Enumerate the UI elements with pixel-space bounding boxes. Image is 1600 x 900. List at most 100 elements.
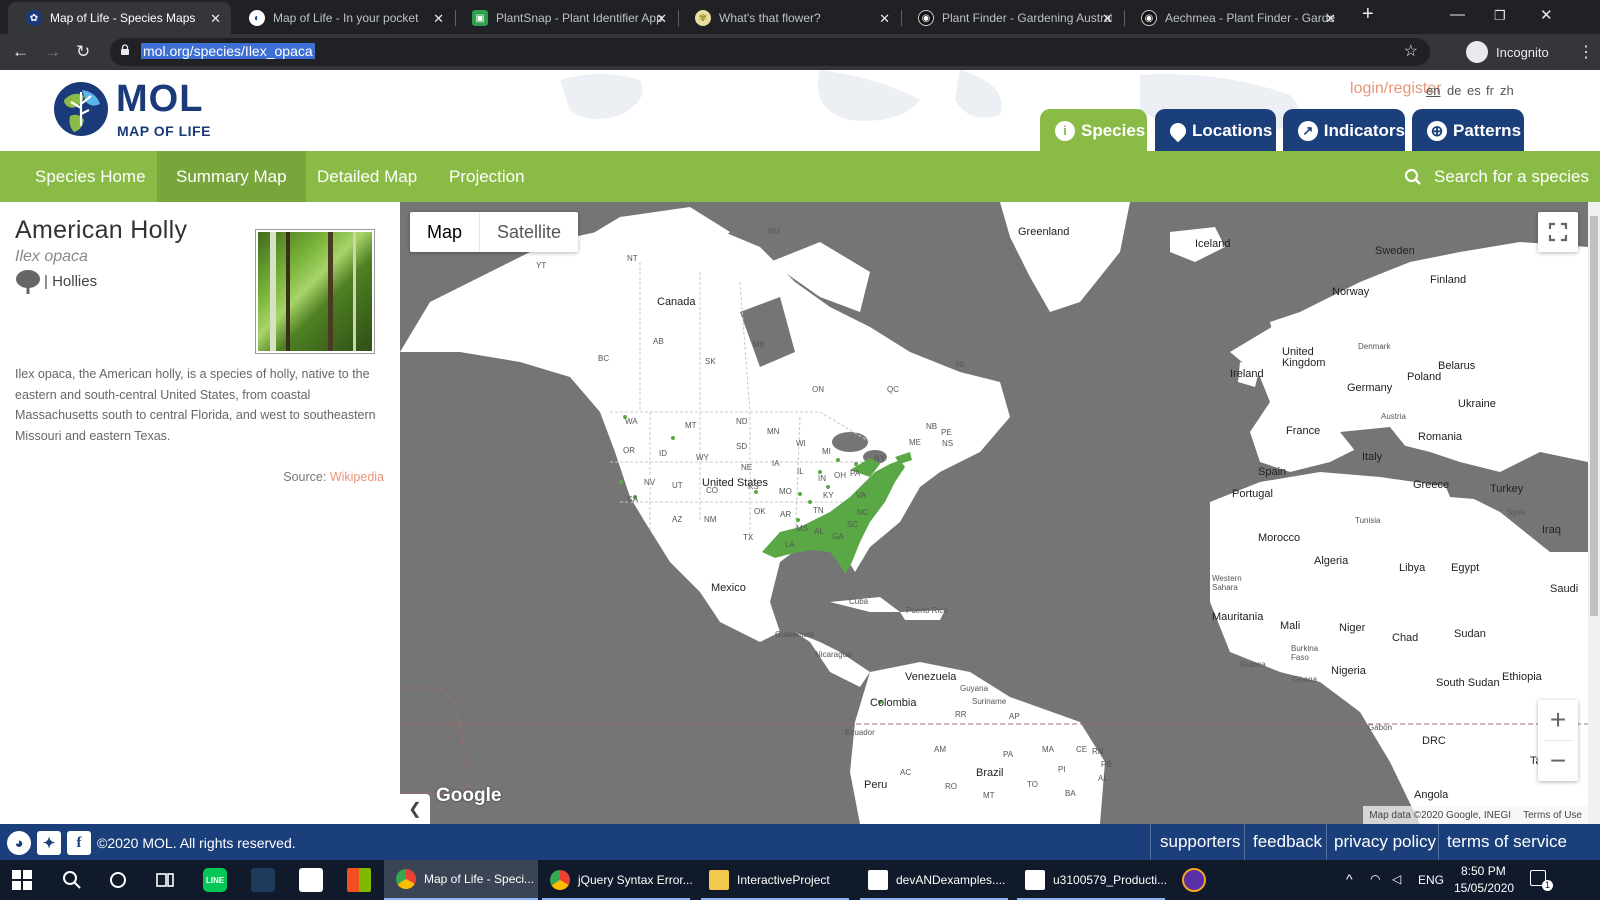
minimize-icon[interactable]: — bbox=[1450, 6, 1465, 23]
clock-time[interactable]: 8:50 PM bbox=[1461, 864, 1506, 878]
map-label: Guinea bbox=[1240, 660, 1266, 669]
feedback-link[interactable]: feedback bbox=[1253, 832, 1322, 852]
collapse-panel-button[interactable]: ❮ bbox=[400, 794, 430, 824]
close-tab-icon[interactable]: ✕ bbox=[210, 11, 221, 27]
forward-icon[interactable]: → bbox=[44, 42, 61, 62]
close-tab-icon[interactable]: ✕ bbox=[1102, 11, 1113, 27]
map-label: Nigeria bbox=[1331, 665, 1366, 677]
incognito-label: Incognito bbox=[1496, 44, 1549, 60]
map-label: Brazil bbox=[976, 767, 1004, 779]
back-icon[interactable]: ← bbox=[12, 42, 29, 62]
species-info-panel: American Holly Ilex opaca | Hollies Ilex… bbox=[0, 202, 400, 824]
browser-tab[interactable]: ✾ What's that flower? ✕ bbox=[677, 2, 900, 34]
language-es[interactable]: es bbox=[1467, 83, 1481, 98]
language-zh[interactable]: zh bbox=[1500, 83, 1514, 98]
map-type-map-button[interactable]: Map bbox=[410, 212, 479, 252]
tab-species[interactable]: i Species bbox=[1040, 109, 1147, 151]
map-label: Egypt bbox=[1451, 562, 1480, 574]
tab-indicators[interactable]: ↗ Indicators bbox=[1283, 109, 1405, 151]
fullscreen-button[interactable] bbox=[1538, 212, 1578, 252]
browser-tab[interactable]: ✿ Map of Life - Species Maps ✕ bbox=[8, 2, 231, 34]
search-icon[interactable] bbox=[60, 868, 84, 892]
page-scrollbar[interactable] bbox=[1588, 202, 1600, 824]
reload-icon[interactable]: ↻ bbox=[76, 42, 90, 62]
facebook-icon[interactable]: f bbox=[67, 831, 91, 855]
species-search[interactable]: Search for a species bbox=[1404, 151, 1589, 202]
map-label: ID bbox=[659, 449, 667, 458]
language-en[interactable]: en bbox=[1426, 83, 1440, 98]
app-icon[interactable] bbox=[1182, 868, 1206, 892]
close-tab-icon[interactable]: ✕ bbox=[879, 11, 890, 27]
incognito-indicator[interactable]: Incognito bbox=[1466, 38, 1549, 66]
volume-icon[interactable]: ◁ bbox=[1392, 872, 1401, 886]
browser-menu-icon[interactable]: ⋮ bbox=[1578, 42, 1594, 62]
terms-of-use-link[interactable]: Terms of Use bbox=[1523, 810, 1582, 821]
close-tab-icon[interactable]: ✕ bbox=[1325, 11, 1336, 27]
zoom-in-button[interactable]: + bbox=[1538, 700, 1578, 740]
close-tab-icon[interactable]: ✕ bbox=[433, 11, 444, 27]
taskbar-app-explorer[interactable]: InteractiveProject bbox=[697, 860, 853, 900]
show-hidden-icons-icon[interactable]: ^ bbox=[1346, 871, 1353, 887]
tab-patterns[interactable]: ⊕ Patterns bbox=[1412, 109, 1524, 151]
close-tab-icon[interactable]: ✕ bbox=[656, 11, 667, 27]
twitter-icon[interactable]: ✦ bbox=[37, 831, 61, 855]
taskbar-app-word[interactable]: u3100579_Producti... bbox=[1013, 860, 1169, 900]
taskbar-app-chrome[interactable]: Map of Life - Speci... bbox=[384, 860, 538, 900]
wifi-icon[interactable]: ◠ bbox=[1370, 872, 1380, 886]
nav-species-home[interactable]: Species Home bbox=[16, 151, 165, 202]
clock-date[interactable]: 15/05/2020 bbox=[1454, 881, 1514, 895]
nav-detailed-map[interactable]: Detailed Map bbox=[298, 151, 436, 202]
zoom-out-button[interactable]: − bbox=[1538, 741, 1578, 781]
app-icon[interactable] bbox=[251, 868, 275, 892]
cortana-icon[interactable] bbox=[106, 868, 130, 892]
close-window-icon[interactable]: ✕ bbox=[1540, 6, 1553, 24]
language-de[interactable]: de bbox=[1447, 83, 1461, 98]
mol-logo[interactable]: MOL MAP OF LIFE bbox=[52, 78, 212, 140]
species-range-map[interactable]: Greenland Iceland Canada United States M… bbox=[400, 202, 1588, 824]
map-label: Denmark bbox=[1358, 342, 1391, 351]
map-label: AC bbox=[900, 768, 912, 777]
map-label: Cuba bbox=[849, 597, 869, 606]
line-app-icon[interactable]: LINE bbox=[203, 868, 227, 892]
solitaire-icon[interactable] bbox=[299, 868, 323, 892]
address-bar[interactable]: mol.org/species/Ilex_opaca ☆ bbox=[110, 38, 1430, 66]
privacy-policy-link[interactable]: privacy policy bbox=[1334, 832, 1436, 852]
windows-taskbar: LINE Map of Life - Speci... jQuery Synta… bbox=[0, 860, 1600, 900]
language-indicator[interactable]: ENG bbox=[1418, 873, 1444, 887]
taskbar-app-word[interactable]: devANDexamples.... bbox=[856, 860, 1012, 900]
map-type-satellite-button[interactable]: Satellite bbox=[479, 212, 578, 252]
map-label: NV bbox=[644, 478, 656, 487]
map-label: SC bbox=[847, 520, 859, 529]
logo-text: MOL bbox=[116, 78, 204, 120]
restore-icon[interactable]: ❐ bbox=[1494, 8, 1506, 24]
wikipedia-link[interactable]: Wikipedia bbox=[330, 470, 384, 484]
nav-summary-map[interactable]: Summary Map bbox=[157, 151, 306, 202]
source-label: Source: bbox=[283, 470, 327, 484]
footer-separator bbox=[1244, 824, 1245, 860]
nav-projection[interactable]: Projection bbox=[430, 151, 544, 202]
browser-tab[interactable]: ◉ Aechmea - Plant Finder - Garde ✕ bbox=[1123, 2, 1346, 34]
supporters-link[interactable]: supporters bbox=[1160, 832, 1240, 852]
windows-start-icon[interactable] bbox=[12, 870, 32, 890]
language-fr[interactable]: fr bbox=[1486, 83, 1494, 98]
map-label: Ghana bbox=[1293, 675, 1318, 684]
terms-of-service-link[interactable]: terms of service bbox=[1447, 832, 1567, 852]
browser-tab[interactable]: ◐ Map of Life - In your pocket ✕ bbox=[231, 2, 454, 34]
map-canvas[interactable] bbox=[400, 202, 1588, 824]
species-family[interactable]: | Hollies bbox=[44, 273, 97, 290]
url-text[interactable]: mol.org/species/Ilex_opaca bbox=[141, 43, 315, 59]
new-tab-icon[interactable]: + bbox=[1362, 3, 1374, 26]
bookmark-star-icon[interactable]: ☆ bbox=[1404, 41, 1418, 61]
map-label: OH bbox=[834, 471, 846, 480]
species-scientific-name: Ilex opaca bbox=[15, 248, 88, 265]
taskbar-app-chrome[interactable]: jQuery Syntax Error... bbox=[538, 860, 694, 900]
scrollbar-thumb[interactable] bbox=[1590, 216, 1598, 616]
site-header: MOL MAP OF LIFE login/register en de es … bbox=[0, 70, 1600, 151]
task-view-icon[interactable] bbox=[153, 868, 177, 892]
github-icon[interactable]: ◕ bbox=[7, 831, 31, 855]
browser-tab[interactable]: ◉ Plant Finder - Gardening Austral ✕ bbox=[900, 2, 1123, 34]
tab-locations[interactable]: Locations bbox=[1155, 109, 1276, 151]
species-photo[interactable] bbox=[255, 229, 375, 354]
browser-tab[interactable]: ▣ PlantSnap - Plant Identifier App ✕ bbox=[454, 2, 677, 34]
store-icon[interactable] bbox=[347, 868, 371, 892]
